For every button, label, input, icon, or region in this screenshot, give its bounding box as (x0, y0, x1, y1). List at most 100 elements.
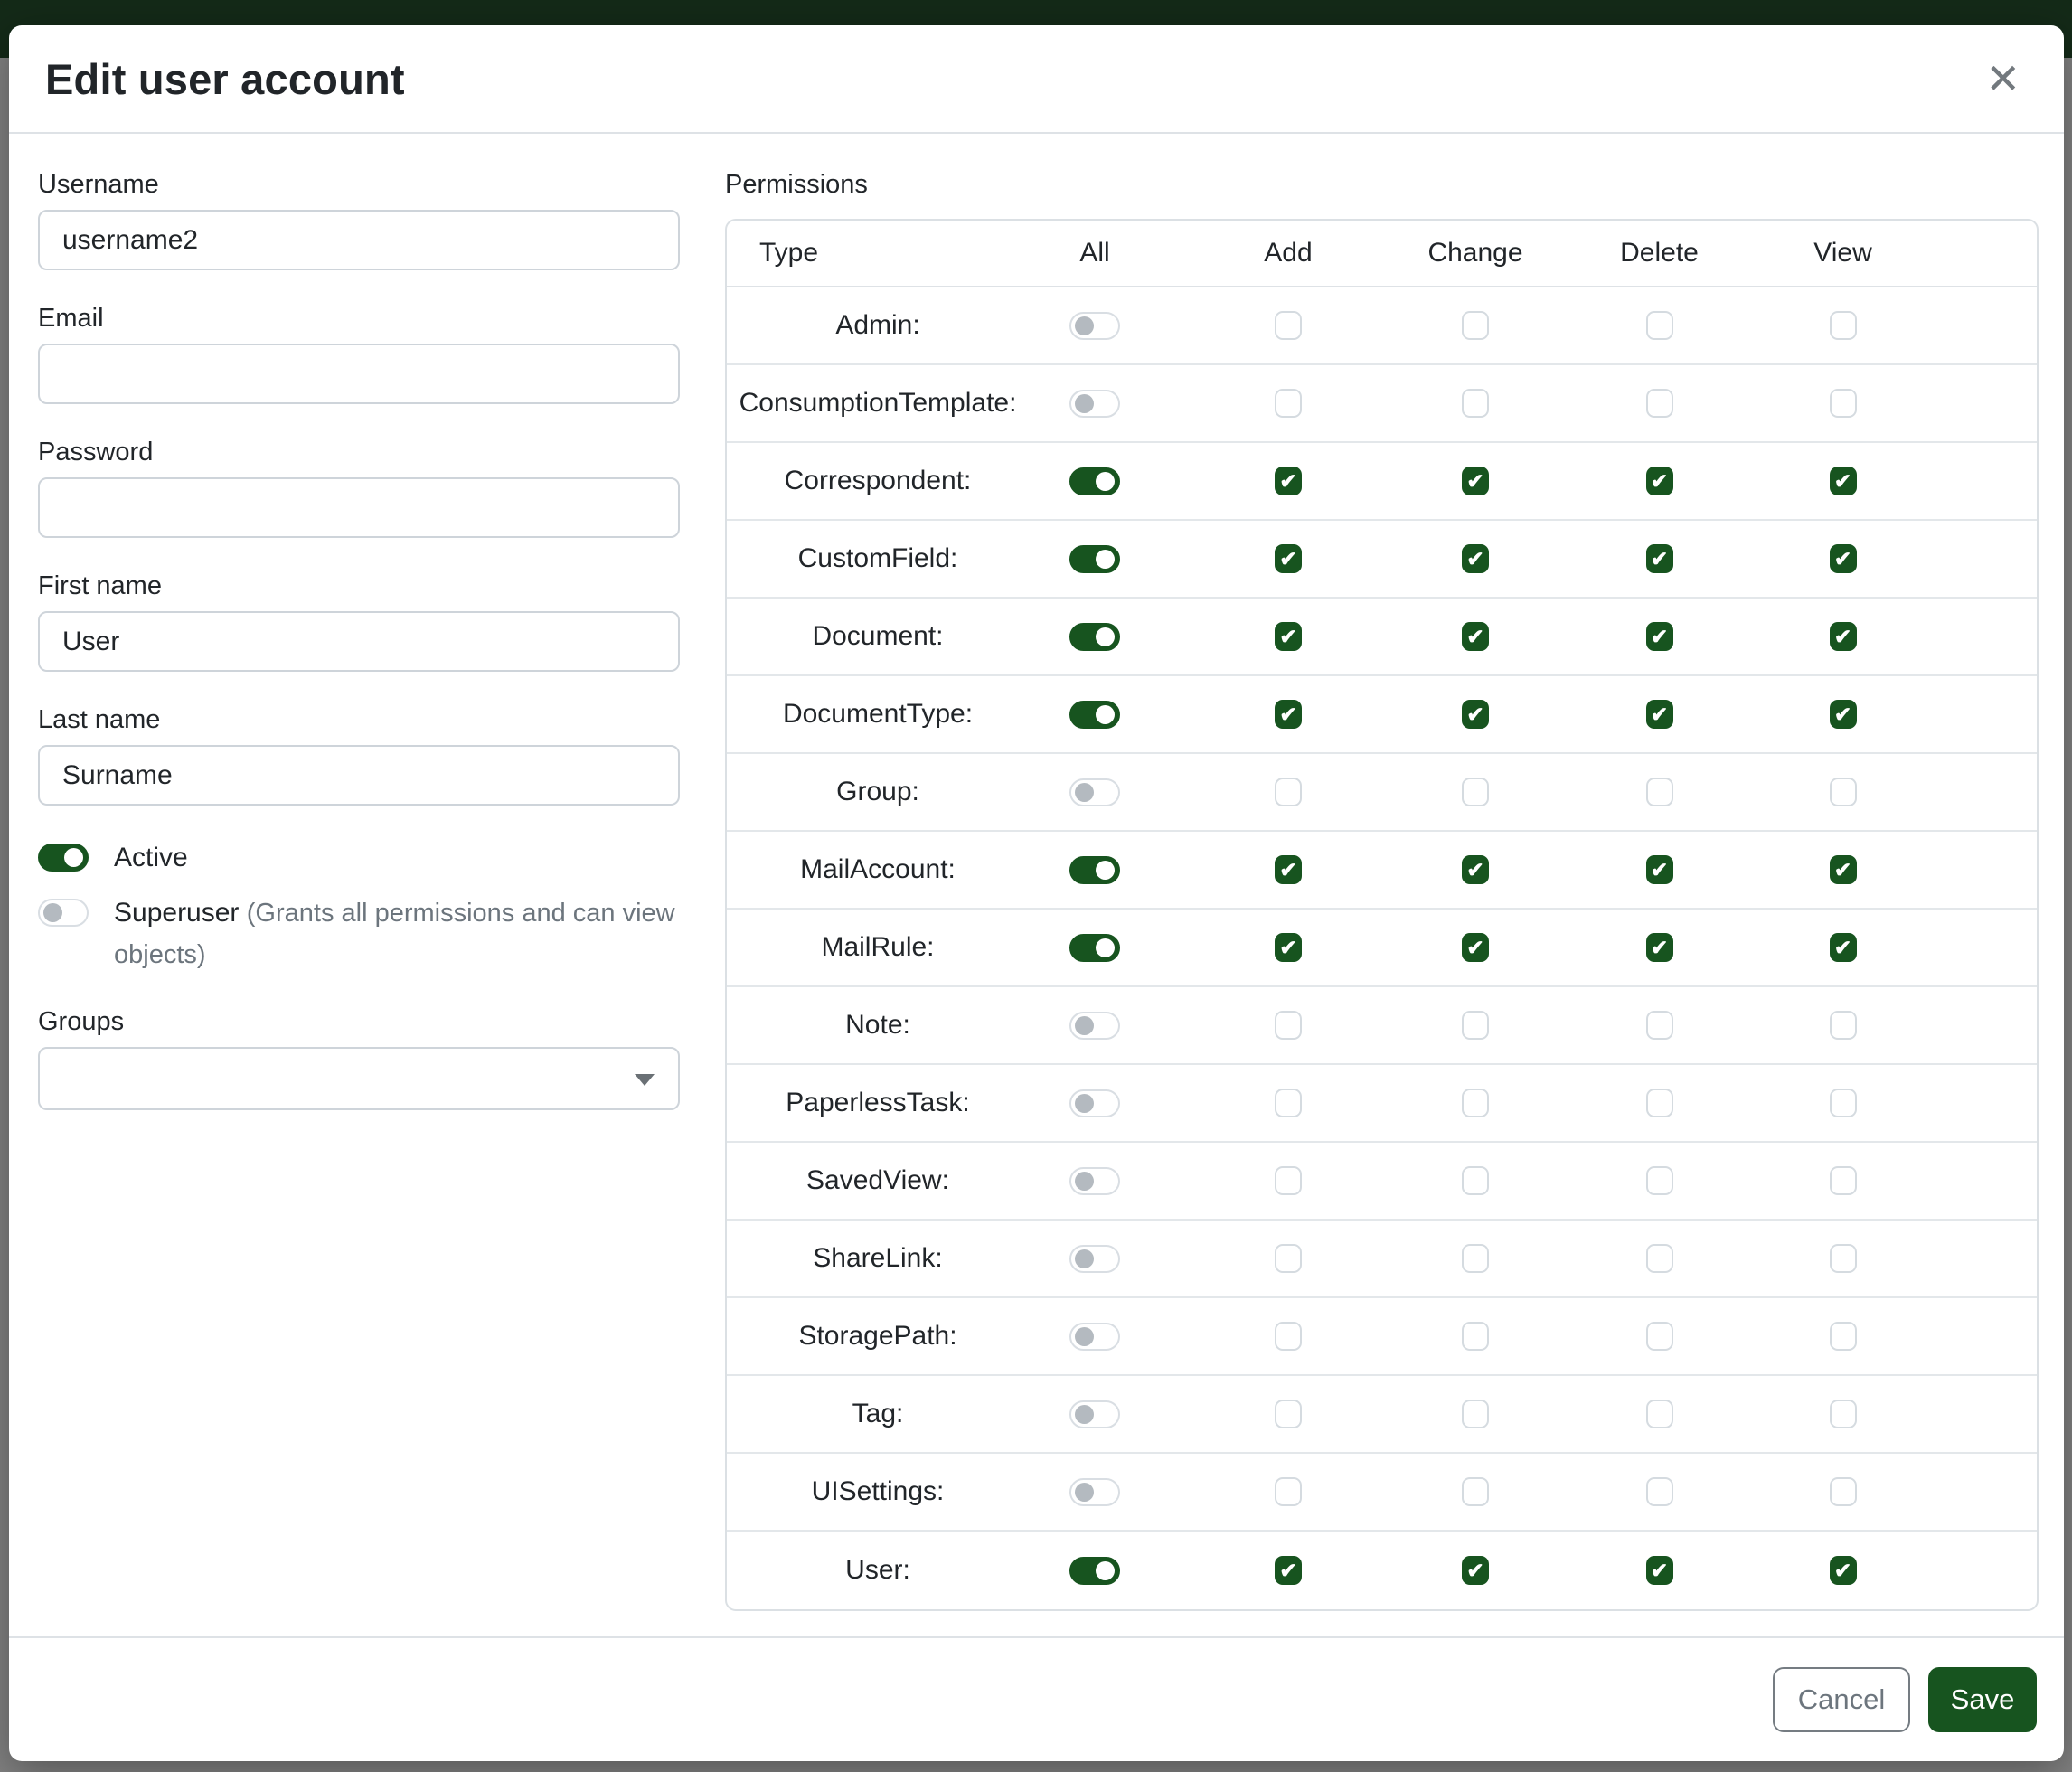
permission-change-checkbox[interactable] (1462, 1089, 1489, 1117)
permission-delete-checkbox[interactable] (1646, 389, 1673, 418)
save-button[interactable]: Save (1928, 1667, 2037, 1732)
email-field-group: Email (38, 302, 680, 404)
permission-add-checkbox[interactable] (1275, 311, 1302, 340)
permission-delete-checkbox[interactable]: ✔ (1646, 1556, 1673, 1585)
permission-delete-checkbox[interactable]: ✔ (1646, 933, 1673, 962)
permission-delete-checkbox[interactable]: ✔ (1646, 467, 1673, 495)
permission-change-checkbox[interactable] (1462, 1011, 1489, 1040)
permission-delete-checkbox[interactable] (1646, 311, 1673, 340)
permission-change-checkbox[interactable] (1462, 389, 1489, 418)
email-input[interactable] (38, 344, 680, 404)
permission-add-checkbox[interactable] (1275, 1166, 1302, 1195)
permission-add-checkbox[interactable] (1275, 389, 1302, 418)
active-label: Active (114, 837, 188, 878)
permission-all-toggle[interactable] (1069, 1478, 1120, 1506)
permission-add-checkbox[interactable]: ✔ (1275, 855, 1302, 884)
permission-change-checkbox[interactable]: ✔ (1462, 1556, 1489, 1585)
permission-add-checkbox[interactable]: ✔ (1275, 544, 1302, 573)
permission-view-checkbox[interactable]: ✔ (1830, 855, 1857, 884)
permission-change-checkbox[interactable]: ✔ (1462, 700, 1489, 729)
permission-all-toggle[interactable] (1069, 1323, 1120, 1351)
permission-delete-checkbox[interactable]: ✔ (1646, 622, 1673, 651)
close-icon[interactable]: ✕ (1982, 54, 2024, 103)
permission-change-checkbox[interactable] (1462, 1400, 1489, 1428)
permission-all-toggle[interactable] (1069, 701, 1120, 729)
permission-add-checkbox[interactable]: ✔ (1275, 622, 1302, 651)
permission-change-checkbox[interactable]: ✔ (1462, 622, 1489, 651)
permission-view-checkbox[interactable]: ✔ (1830, 933, 1857, 962)
superuser-toggle[interactable] (38, 899, 89, 927)
permission-view-checkbox[interactable]: ✔ (1830, 622, 1857, 651)
permission-change-checkbox[interactable] (1462, 1477, 1489, 1506)
permission-view-checkbox[interactable]: ✔ (1830, 1556, 1857, 1585)
permission-all-toggle[interactable] (1069, 934, 1120, 962)
password-input[interactable] (38, 477, 680, 538)
permission-delete-checkbox[interactable] (1646, 1011, 1673, 1040)
permission-add-checkbox[interactable] (1275, 1322, 1302, 1351)
permission-view-checkbox[interactable] (1830, 389, 1857, 418)
permission-add-checkbox[interactable] (1275, 1089, 1302, 1117)
permission-delete-checkbox[interactable] (1646, 1166, 1673, 1195)
permission-change-checkbox[interactable] (1462, 778, 1489, 806)
permission-delete-checkbox[interactable] (1646, 1400, 1673, 1428)
permission-view-checkbox[interactable]: ✔ (1830, 544, 1857, 573)
permission-change-checkbox[interactable] (1462, 311, 1489, 340)
permission-delete-checkbox[interactable] (1646, 1322, 1673, 1351)
permission-change-checkbox[interactable]: ✔ (1462, 855, 1489, 884)
permission-change-checkbox[interactable]: ✔ (1462, 933, 1489, 962)
permission-view-checkbox[interactable]: ✔ (1830, 700, 1857, 729)
permission-add-checkbox[interactable] (1275, 1011, 1302, 1040)
permission-all-toggle[interactable] (1069, 1012, 1120, 1040)
permission-all-toggle[interactable] (1069, 467, 1120, 495)
permission-all-toggle[interactable] (1069, 1089, 1120, 1117)
cancel-button[interactable]: Cancel (1773, 1667, 1910, 1732)
permission-all-toggle[interactable] (1069, 623, 1120, 651)
permission-delete-checkbox[interactable] (1646, 778, 1673, 806)
permission-change-checkbox[interactable] (1462, 1244, 1489, 1273)
permission-change-checkbox[interactable]: ✔ (1462, 467, 1489, 495)
permission-delete-checkbox[interactable]: ✔ (1646, 700, 1673, 729)
permission-view-checkbox[interactable] (1830, 1166, 1857, 1195)
permissions-label: Permissions (725, 168, 2039, 201)
permission-delete-checkbox[interactable] (1646, 1089, 1673, 1117)
last-name-input[interactable] (38, 745, 680, 806)
permission-all-toggle[interactable] (1069, 778, 1120, 806)
permission-add-checkbox[interactable] (1275, 1244, 1302, 1273)
permission-add-checkbox[interactable] (1275, 1400, 1302, 1428)
permission-view-checkbox[interactable] (1830, 311, 1857, 340)
first-name-input[interactable] (38, 611, 680, 672)
permission-all-toggle[interactable] (1069, 545, 1120, 573)
permission-delete-checkbox[interactable]: ✔ (1646, 855, 1673, 884)
permission-delete-checkbox[interactable] (1646, 1244, 1673, 1273)
permission-delete-checkbox[interactable] (1646, 1477, 1673, 1506)
permission-view-checkbox[interactable] (1830, 1400, 1857, 1428)
permission-add-checkbox[interactable]: ✔ (1275, 1556, 1302, 1585)
permission-all-toggle[interactable] (1069, 312, 1120, 340)
username-input[interactable] (38, 210, 680, 270)
groups-select[interactable] (38, 1047, 680, 1110)
permission-all-toggle[interactable] (1069, 390, 1120, 418)
permission-all-toggle[interactable] (1069, 1167, 1120, 1195)
permission-view-checkbox[interactable] (1830, 1089, 1857, 1117)
permission-view-checkbox[interactable] (1830, 1322, 1857, 1351)
permission-add-checkbox[interactable]: ✔ (1275, 933, 1302, 962)
permission-add-checkbox[interactable] (1275, 778, 1302, 806)
permission-view-checkbox[interactable] (1830, 1011, 1857, 1040)
toggle-knob (64, 848, 83, 867)
permission-change-checkbox[interactable] (1462, 1322, 1489, 1351)
permission-add-checkbox[interactable] (1275, 1477, 1302, 1506)
permission-delete-checkbox[interactable]: ✔ (1646, 544, 1673, 573)
permission-view-checkbox[interactable]: ✔ (1830, 467, 1857, 495)
active-toggle[interactable] (38, 844, 89, 872)
permission-view-checkbox[interactable] (1830, 778, 1857, 806)
permission-change-checkbox[interactable] (1462, 1166, 1489, 1195)
permission-add-checkbox[interactable]: ✔ (1275, 700, 1302, 729)
permission-view-checkbox[interactable] (1830, 1477, 1857, 1506)
permission-all-toggle[interactable] (1069, 1400, 1120, 1428)
permission-all-toggle[interactable] (1069, 1245, 1120, 1273)
permission-all-toggle[interactable] (1069, 856, 1120, 884)
permission-add-checkbox[interactable]: ✔ (1275, 467, 1302, 495)
permission-all-toggle[interactable] (1069, 1557, 1120, 1585)
permission-change-checkbox[interactable]: ✔ (1462, 544, 1489, 573)
permission-view-checkbox[interactable] (1830, 1244, 1857, 1273)
